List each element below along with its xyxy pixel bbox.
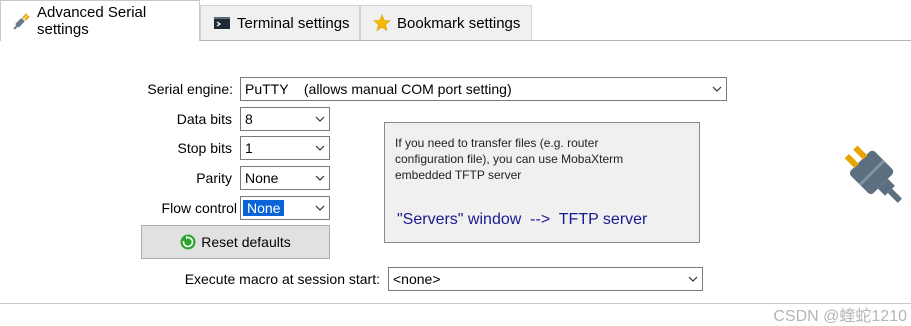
execute-macro-select[interactable]: <none> <box>388 267 703 291</box>
chevron-down-icon <box>311 108 329 130</box>
tftp-info-text: If you need to transfer files (e.g. rout… <box>395 136 624 182</box>
chevron-down-icon <box>311 167 329 189</box>
data-bits-value: 8 <box>245 111 253 127</box>
stop-bits-value: 1 <box>245 140 253 156</box>
serial-engine-select[interactable]: PuTTY (allows manual COM port setting) <box>240 77 727 101</box>
tab-bookmark-settings[interactable]: Bookmark settings <box>360 5 532 40</box>
tab-advanced-serial-settings-label: Advanced Serial settings <box>37 4 147 38</box>
reset-defaults-label: Reset defaults <box>201 234 291 250</box>
reset-defaults-button[interactable]: Reset defaults <box>141 225 330 259</box>
flow-control-value: None <box>243 200 286 216</box>
tftp-info-box: If you need to transfer files (e.g. rout… <box>384 122 700 243</box>
flow-control-select[interactable]: None <box>240 196 330 220</box>
serial-engine-value: PuTTY (allows manual COM port setting) <box>245 81 512 97</box>
terminal-icon <box>213 14 231 32</box>
tab-terminal-settings-label: Terminal settings <box>237 14 350 32</box>
reset-icon <box>180 234 196 250</box>
tab-bookmark-settings-label: Bookmark settings <box>397 14 521 32</box>
chevron-down-icon <box>311 197 329 219</box>
star-icon <box>373 14 391 32</box>
execute-macro-value: <none> <box>393 271 441 287</box>
parity-select[interactable]: None <box>240 166 330 190</box>
parity-value: None <box>245 170 279 186</box>
chevron-down-icon <box>311 137 329 159</box>
stop-bits-label: Stop bits <box>177 140 232 156</box>
flow-control-label: Flow control <box>161 200 237 216</box>
chevron-down-icon <box>684 268 702 290</box>
data-bits-label: Data bits <box>176 111 232 127</box>
watermark: CSDN @蝰蛇1210 <box>773 308 907 325</box>
servers-window-link[interactable]: "Servers" window --> TFTP server <box>397 211 647 229</box>
parity-label: Parity <box>196 170 232 186</box>
serial-engine-label: Serial engine: <box>147 81 233 97</box>
serial-plug-icon <box>836 130 911 212</box>
serial-plug-icon <box>13 12 31 30</box>
data-bits-select[interactable]: 8 <box>240 107 330 131</box>
execute-macro-label: Execute macro at session start: <box>184 271 380 287</box>
chevron-down-icon <box>708 78 726 100</box>
stop-bits-select[interactable]: 1 <box>240 136 330 160</box>
tab-terminal-settings[interactable]: Terminal settings <box>200 5 360 40</box>
tab-advanced-serial-settings[interactable]: Advanced Serial settings <box>0 0 200 41</box>
tab-bar: Advanced Serial settings Terminal settin… <box>0 0 911 41</box>
